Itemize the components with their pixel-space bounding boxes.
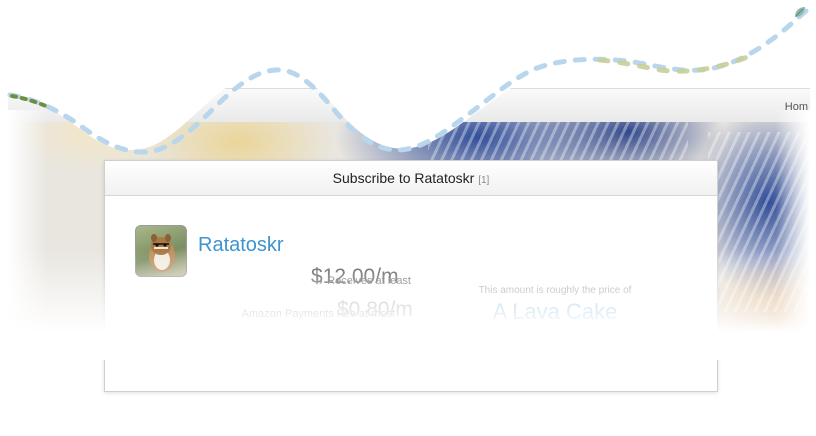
wave-mask bbox=[0, 0, 816, 150]
avatar-image bbox=[149, 234, 175, 272]
payment-fee-amount: $0.80/m bbox=[337, 298, 413, 321]
receives-amount: $12.00/m bbox=[311, 265, 399, 288]
ratio-fee-amount: Free bbox=[357, 332, 401, 355]
leaf-icon bbox=[795, 7, 805, 17]
price-comparison-item[interactable]: A Lava Cake bbox=[445, 299, 665, 325]
wavy-tear-edge bbox=[0, 0, 816, 155]
screenshot-stage: Hom Subscribe to Ratatoskr [1] Ratatoskr… bbox=[0, 0, 816, 436]
subscribe-dialog: Subscribe to Ratatoskr [1] Ratatoskr ↳ R… bbox=[104, 160, 718, 392]
subscriber-count: [1] bbox=[478, 175, 490, 186]
chipmunk-avatar[interactable] bbox=[135, 225, 187, 277]
username-link[interactable]: Ratatoskr bbox=[198, 234, 284, 257]
dialog-title: Subscribe to Ratatoskr bbox=[332, 170, 475, 186]
price-comparison-hint: This amount is roughly the price of bbox=[478, 285, 632, 296]
dialog-header: Subscribe to Ratatoskr [1] bbox=[105, 161, 717, 196]
